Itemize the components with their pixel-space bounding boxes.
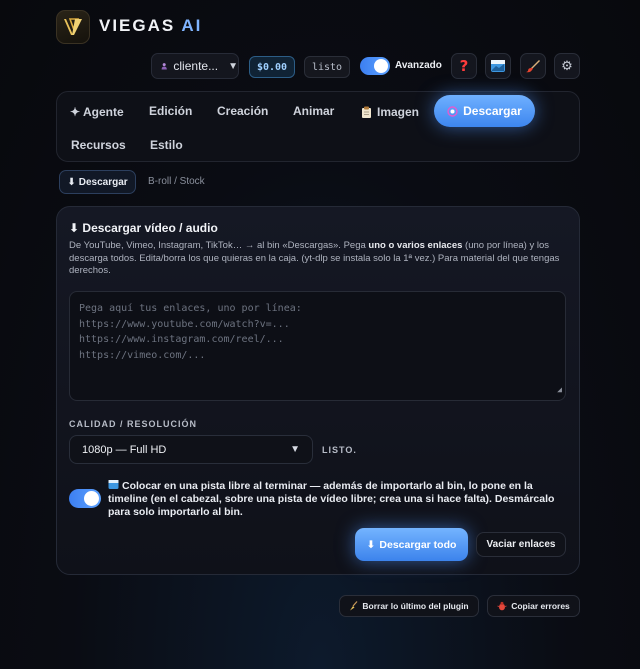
clipboard-icon — [362, 106, 371, 118]
desc-part-a: De YouTube, Vimeo, Instagram, TikTok… → … — [69, 240, 369, 251]
app-title-main: VIEGAS — [99, 16, 176, 35]
balance-badge: $0.00 — [249, 56, 295, 78]
tab-edicion-label: Edición — [149, 104, 193, 118]
ready-status: LISTO. — [322, 445, 357, 455]
subtab-descargar-label: Descargar — [78, 176, 128, 188]
tab-recursos[interactable]: Recursos — [71, 138, 126, 152]
toggle-knob — [374, 59, 388, 73]
card-description: De YouTube, Vimeo, Instagram, TikTok… → … — [69, 240, 569, 278]
download-tab-icon — [447, 105, 458, 117]
quality-select-value: 1080p — Full HD — [82, 443, 167, 456]
download-arrow-icon: ⬇ — [69, 221, 80, 235]
quality-select[interactable]: 1080p — Full HD ▼ — [69, 435, 313, 464]
download-all-button[interactable]: ⬇ Descargar todo — [355, 528, 468, 561]
help-icon: ? — [459, 57, 469, 75]
clear-last-plugin-button[interactable]: Borrar lo último del plugin — [339, 595, 479, 617]
resize-handle-icon[interactable]: ◢ — [557, 382, 562, 398]
links-placeholder: Pega aquí tus enlaces, uno por línea: ht… — [79, 303, 302, 361]
tab-imagen-label: Imagen — [377, 105, 420, 119]
logo-icon — [64, 18, 82, 35]
user-select[interactable]: cliente... ▼ — [151, 53, 239, 79]
app-title-accent: AI — [181, 16, 203, 35]
status-badge: listo — [304, 56, 350, 78]
tab-animar-label: Animar — [293, 104, 335, 118]
quality-label: CALIDAD / RESOLUCIÓN — [69, 419, 197, 429]
app-title: VIEGAS AI — [99, 16, 202, 36]
copy-errors-button[interactable]: Copiar errores — [487, 595, 580, 617]
help-button[interactable]: ? — [451, 53, 477, 79]
gear-icon: ⚙ — [561, 58, 573, 74]
tab-agente-label: ✦ Agente — [70, 105, 124, 119]
tab-estilo[interactable]: Estilo — [150, 138, 183, 152]
download-arrow-icon: ⬇ — [67, 176, 76, 188]
tab-recursos-label: Recursos — [71, 138, 126, 152]
desc-emphasis: uno o varios enlaces — [368, 240, 463, 251]
tab-edicion[interactable]: Edición — [149, 104, 192, 118]
tab-creacion[interactable]: Creación — [217, 104, 268, 118]
bug-icon — [497, 601, 507, 611]
track-icon — [108, 480, 119, 489]
tab-descargar[interactable]: Descargar — [434, 95, 535, 127]
subtab-broll[interactable]: B-roll / Stock — [148, 176, 205, 187]
chevron-down-icon: ▼ — [290, 444, 300, 455]
tab-estilo-label: Estilo — [150, 138, 183, 152]
place-on-track-text: Colocar en una pista libre al terminar —… — [108, 479, 560, 519]
links-textarea[interactable]: Pega aquí tus enlaces, uno por línea: ht… — [69, 291, 566, 401]
tab-creacion-label: Creación — [217, 104, 269, 118]
copy-errors-label: Copiar errores — [511, 601, 570, 611]
broom-icon — [350, 601, 358, 611]
place-on-track-toggle[interactable] — [69, 489, 101, 508]
app-logo — [56, 10, 90, 44]
chevron-down-icon: ▼ — [228, 60, 238, 72]
style-button[interactable] — [520, 53, 546, 79]
user-select-label: cliente... — [173, 59, 219, 73]
card-title-text: Descargar vídeo / audio — [82, 221, 218, 235]
settings-button[interactable]: ⚙ — [554, 53, 580, 79]
advanced-label: Avanzado — [395, 60, 442, 71]
card-title: ⬇ Descargar vídeo / audio — [69, 221, 218, 235]
download-all-label: Descargar todo — [379, 538, 457, 551]
tab-animar[interactable]: Animar — [293, 104, 334, 118]
brush-icon — [526, 60, 540, 73]
clear-links-button[interactable]: Vaciar enlaces — [476, 532, 566, 557]
subtab-descargar[interactable]: ⬇ Descargar — [59, 170, 136, 194]
media-button[interactable] — [485, 53, 511, 79]
place-on-track-label: Colocar en una pista libre al terminar —… — [108, 480, 555, 518]
tab-descargar-label: Descargar — [463, 104, 522, 118]
clapper-icon — [491, 60, 505, 72]
toggle-knob — [84, 491, 99, 506]
user-icon — [161, 63, 167, 70]
advanced-toggle[interactable] — [360, 57, 390, 75]
clear-last-plugin-label: Borrar lo último del plugin — [362, 601, 469, 611]
tab-agente[interactable]: ✦ Agente — [70, 105, 124, 119]
download-arrow-icon: ⬇ — [366, 538, 376, 551]
tab-imagen[interactable]: Imagen — [361, 105, 419, 119]
